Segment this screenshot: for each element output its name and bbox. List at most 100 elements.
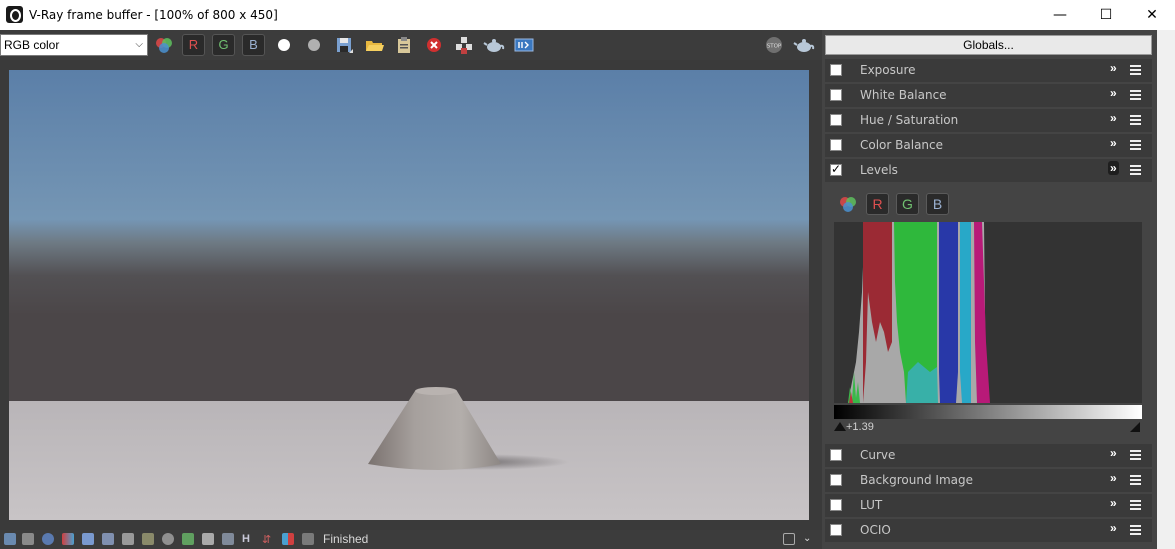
minimize-button[interactable]: —	[1037, 0, 1083, 30]
layers-panel: Globals... Exposure » White Balance » Hu…	[822, 30, 1157, 549]
layer-label: OCIO	[860, 523, 891, 537]
expand-icon[interactable]: »	[1110, 446, 1117, 460]
layer-label: Levels	[860, 163, 898, 177]
collapse-icon[interactable]: »	[1108, 161, 1119, 175]
render-image	[9, 70, 809, 520]
menu-icon[interactable]	[1130, 475, 1141, 485]
menu-icon[interactable]	[1130, 140, 1141, 150]
layer-checkbox[interactable]	[830, 114, 842, 126]
stop-render-icon[interactable]: STOP	[763, 34, 785, 56]
color-channels-icon[interactable]	[153, 34, 175, 56]
menu-icon[interactable]	[1130, 65, 1141, 75]
title-bar: V-Ray frame buffer - [100% of 800 x 450]…	[0, 0, 1175, 30]
blue-channel-button[interactable]: B	[242, 34, 265, 56]
menu-icon[interactable]	[1130, 115, 1141, 125]
layer-color-balance[interactable]: Color Balance »	[825, 134, 1152, 157]
close-button[interactable]: ✕	[1129, 0, 1175, 30]
stripes-icon[interactable]	[142, 533, 154, 545]
color-channels-icon[interactable]	[837, 193, 859, 215]
h-icon[interactable]: H	[242, 533, 254, 545]
layer-checkbox[interactable]	[830, 162, 842, 176]
layer-label: Curve	[860, 448, 896, 462]
save-image-icon[interactable]	[333, 34, 355, 56]
menu-icon[interactable]	[1130, 525, 1141, 535]
globals-button[interactable]: Globals...	[825, 35, 1152, 55]
toolbar: RGB color ⌵ R G B STOP	[0, 30, 822, 60]
menu-icon[interactable]	[1130, 165, 1141, 175]
image-icon[interactable]	[182, 533, 194, 545]
layer-label: White Balance	[860, 88, 947, 102]
status-text: Finished	[323, 532, 369, 546]
layer-levels[interactable]: Levels »	[825, 159, 1152, 182]
teapot-icon[interactable]	[483, 34, 505, 56]
info-icon[interactable]	[42, 533, 54, 545]
expand-icon[interactable]: »	[1110, 471, 1117, 485]
expand-icon[interactable]: »	[1110, 86, 1117, 100]
levels-green-button[interactable]: G	[896, 193, 919, 215]
chevron-down-icon: ⌵	[135, 39, 143, 50]
frame-icon[interactable]	[4, 533, 16, 545]
layer-checkbox[interactable]	[830, 449, 842, 461]
layer-white-balance[interactable]: White Balance »	[825, 84, 1152, 107]
expand-icon[interactable]: »	[1110, 61, 1117, 75]
levels-histogram[interactable]	[834, 222, 1142, 403]
curve-icon[interactable]	[202, 533, 214, 545]
layer-label: LUT	[860, 498, 883, 512]
layer-checkbox[interactable]	[830, 89, 842, 101]
levels-gradient[interactable]	[834, 405, 1142, 419]
window-icon[interactable]	[783, 533, 795, 545]
split-icon[interactable]	[282, 533, 294, 545]
red-channel-button[interactable]: R	[182, 34, 205, 56]
layer-ocio[interactable]: OCIO »	[825, 519, 1152, 542]
channel-select[interactable]: RGB color ⌵	[0, 34, 148, 56]
render-teapot-icon[interactable]	[793, 34, 815, 56]
layer-label: Background Image	[860, 473, 973, 487]
open-image-icon[interactable]	[363, 34, 385, 56]
layer-checkbox[interactable]	[830, 474, 842, 486]
menu-icon[interactable]	[1130, 90, 1141, 100]
levels-blue-button[interactable]: B	[926, 193, 949, 215]
expand-icon[interactable]: »	[1110, 496, 1117, 510]
aperture-icon[interactable]	[162, 533, 174, 545]
menu-icon[interactable]	[1130, 450, 1141, 460]
histogram-icon[interactable]	[122, 533, 134, 545]
white-point-icon[interactable]	[273, 34, 295, 56]
levels-red-button[interactable]: R	[866, 193, 889, 215]
white-point-handle[interactable]	[1130, 422, 1140, 432]
list-icon[interactable]	[22, 533, 34, 545]
compare-icon[interactable]: ⇵	[262, 533, 274, 546]
track-mouse-icon[interactable]	[453, 34, 475, 56]
clear-image-icon[interactable]	[423, 34, 445, 56]
menu-icon[interactable]	[1130, 500, 1141, 510]
gray-point-icon[interactable]	[303, 34, 325, 56]
lut-icon[interactable]	[222, 533, 234, 545]
maximize-button[interactable]: ☐	[1083, 0, 1129, 30]
layer-exposure[interactable]: Exposure »	[825, 59, 1152, 82]
layer-label: Color Balance	[860, 138, 944, 152]
color-corrections-icon[interactable]	[62, 533, 74, 545]
expand-icon[interactable]: »	[1110, 111, 1117, 125]
layer-checkbox[interactable]	[830, 499, 842, 511]
expand-icon[interactable]: »	[1110, 136, 1117, 150]
expand-icon[interactable]: »	[1110, 521, 1117, 535]
layer-checkbox[interactable]	[830, 64, 842, 76]
pixel-info-icon[interactable]	[82, 533, 94, 545]
layer-curve[interactable]: Curve »	[825, 444, 1152, 467]
render-viewport[interactable]	[0, 60, 822, 530]
layer-checkbox[interactable]	[830, 139, 842, 151]
lens-effects-icon[interactable]	[102, 533, 114, 545]
layer-background-image[interactable]: Background Image »	[825, 469, 1152, 492]
layer-lut[interactable]: LUT »	[825, 494, 1152, 517]
panel-scrollbar[interactable]	[1157, 30, 1175, 549]
layer-hue-saturation[interactable]: Hue / Saturation »	[825, 109, 1152, 132]
window-title: V-Ray frame buffer - [100% of 800 x 450]	[29, 8, 278, 22]
chevron-down-icon[interactable]: ⌄	[803, 533, 815, 545]
layer-checkbox[interactable]	[830, 524, 842, 536]
green-channel-button[interactable]: G	[212, 34, 235, 56]
vray-logo-icon	[6, 6, 23, 23]
black-point-handle[interactable]	[834, 422, 846, 431]
clipboard-icon[interactable]	[393, 34, 415, 56]
layer-label: Exposure	[860, 63, 916, 77]
history-icon[interactable]	[513, 34, 535, 56]
settings-icon[interactable]	[302, 533, 314, 545]
